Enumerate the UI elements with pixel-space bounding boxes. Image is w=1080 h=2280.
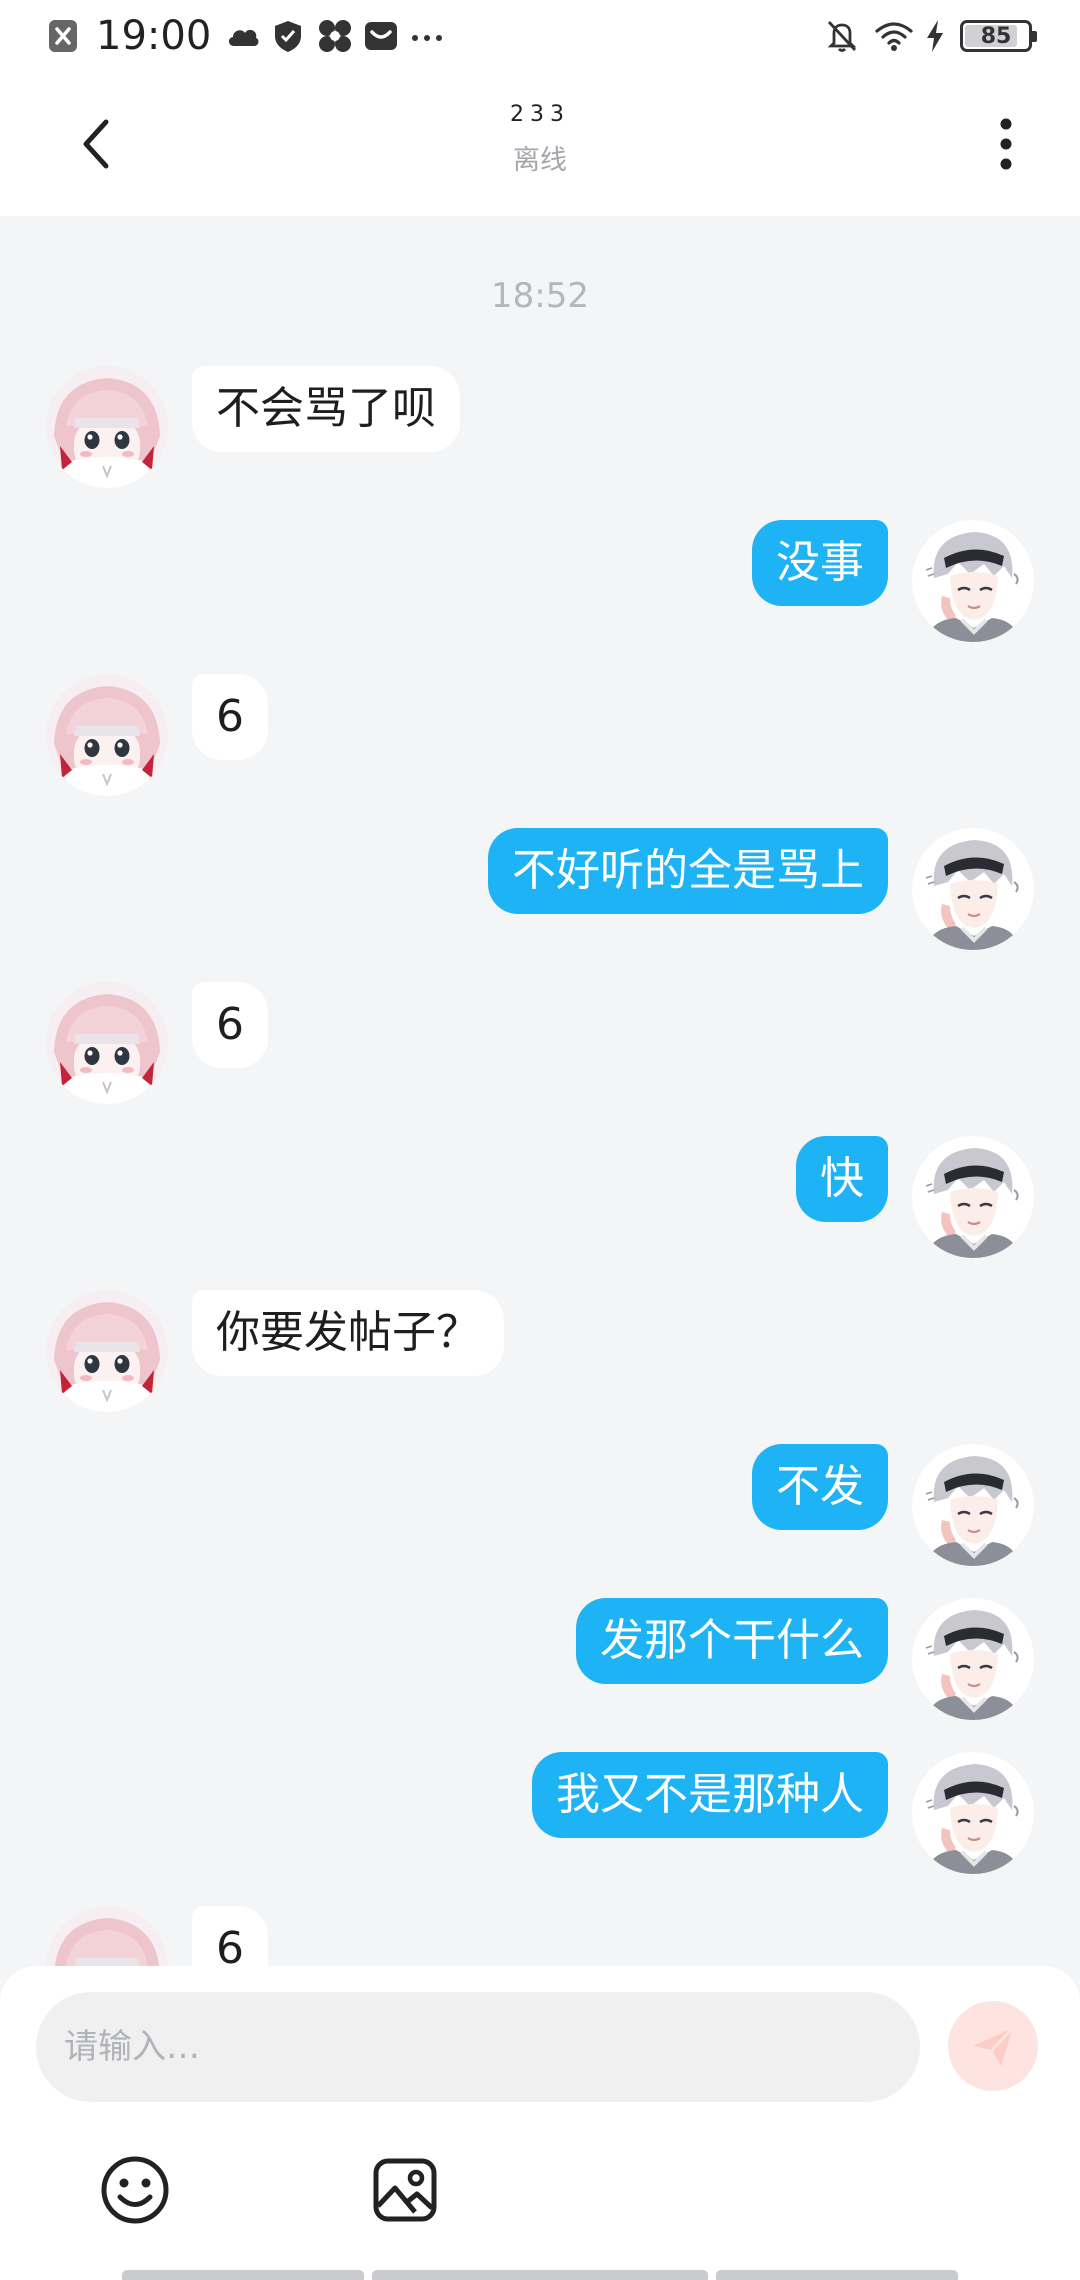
- status-bar: 19:00 85: [0, 0, 1080, 72]
- message-bubble[interactable]: 没事: [752, 520, 888, 606]
- incoming-message: 你要发帖子？: [0, 1290, 1080, 1414]
- chat-screen: 19:00 85 233 离线 18:52 不会骂了呗 没事 6 不好听的全是骂…: [0, 0, 1080, 2280]
- contact-name: 233: [510, 102, 570, 127]
- chat-title: 233 离线: [340, 98, 740, 177]
- message-bubble[interactable]: 快: [796, 1136, 888, 1222]
- emoji-button[interactable]: [95, 2150, 175, 2230]
- outgoing-message: 不好听的全是骂上: [0, 828, 1080, 952]
- bell-off-icon: [824, 18, 860, 54]
- cloud-icon: [225, 18, 261, 54]
- more-vertical-icon: [1000, 118, 1012, 170]
- wifi-icon: [874, 18, 913, 54]
- message-bubble[interactable]: 你要发帖子？: [192, 1290, 504, 1376]
- contact-avatar[interactable]: [46, 674, 168, 796]
- incoming-message: 6: [0, 1906, 1080, 1966]
- charging-icon: [924, 18, 946, 54]
- incoming-message: 不会骂了呗: [0, 366, 1080, 490]
- user-avatar[interactable]: [912, 1136, 1034, 1258]
- incoming-message: 6: [0, 674, 1080, 798]
- message-bubble[interactable]: 不发: [752, 1444, 888, 1530]
- message-list[interactable]: 18:52 不会骂了呗没事 6 不好听的全是骂上 6 快你要发帖子？ 不发发那个干什么我又…: [0, 216, 1080, 1966]
- outgoing-message: 不发: [0, 1444, 1080, 1568]
- emoji-icon: [101, 2156, 169, 2224]
- more-dots-icon: [409, 18, 445, 54]
- contact-avatar[interactable]: [46, 982, 168, 1104]
- image-button[interactable]: [365, 2150, 445, 2230]
- nav-bar-segment: [372, 2270, 708, 2280]
- outgoing-message: 发那个干什么: [0, 1598, 1080, 1722]
- nav-bar-segment: [122, 2270, 364, 2280]
- contact-avatar[interactable]: [46, 1906, 168, 1966]
- contact-avatar[interactable]: [46, 366, 168, 488]
- user-avatar[interactable]: [912, 1444, 1034, 1566]
- battery-icon: 85: [960, 20, 1037, 52]
- message-bubble[interactable]: 发那个干什么: [576, 1598, 888, 1684]
- incoming-message: 6: [0, 982, 1080, 1106]
- contact-avatar[interactable]: [46, 1290, 168, 1412]
- status-right: 85: [824, 14, 1037, 58]
- shield-icon: [271, 18, 307, 54]
- back-button[interactable]: [60, 108, 132, 180]
- fan-icon: [317, 18, 353, 54]
- status-time: 19:00: [96, 13, 212, 59]
- user-avatar[interactable]: [912, 1752, 1034, 1874]
- contact-status: 离线: [513, 145, 567, 176]
- chat-header: 233 离线: [0, 72, 1080, 216]
- close-badge-icon: [46, 18, 82, 54]
- user-avatar[interactable]: [912, 520, 1034, 642]
- back-arrow-icon: [83, 119, 109, 169]
- outgoing-message: 我又不是那种人: [0, 1752, 1080, 1876]
- send-icon: [973, 2026, 1015, 2066]
- message-bubble[interactable]: 不好听的全是骂上: [488, 828, 888, 914]
- message-bubble[interactable]: 6: [192, 1906, 268, 1966]
- more-options-button[interactable]: [976, 112, 1036, 176]
- outgoing-message: 没事: [0, 520, 1080, 644]
- message-input[interactable]: [36, 1992, 920, 2102]
- nav-bar-segment: [716, 2270, 958, 2280]
- message-bubble[interactable]: 不会骂了呗: [192, 366, 460, 452]
- send-button[interactable]: [948, 2001, 1038, 2091]
- outgoing-message: 快: [0, 1136, 1080, 1260]
- battery-level: 85: [980, 23, 1012, 49]
- user-avatar[interactable]: [912, 828, 1034, 950]
- status-left: 19:00: [46, 13, 445, 59]
- input-panel: [0, 1966, 1080, 2280]
- message-bubble[interactable]: 我又不是那种人: [532, 1752, 888, 1838]
- mail-icon: [363, 18, 399, 54]
- message-bubble[interactable]: 6: [192, 982, 268, 1068]
- image-icon: [373, 2158, 437, 2222]
- message-bubble[interactable]: 6: [192, 674, 268, 760]
- user-avatar[interactable]: [912, 1598, 1034, 1720]
- message-timestamp: 18:52: [491, 276, 589, 316]
